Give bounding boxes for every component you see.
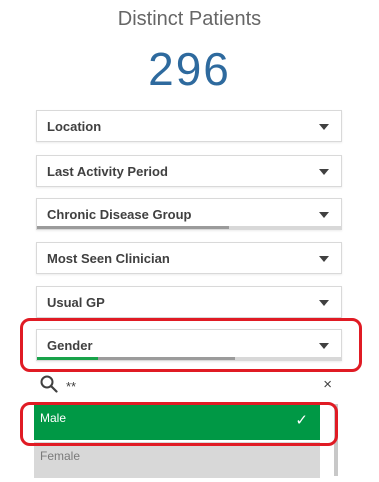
close-icon[interactable]: ×: [323, 376, 332, 393]
check-icon: ✓: [295, 412, 308, 429]
filter-label: Chronic Disease Group: [47, 207, 192, 222]
list-item-female[interactable]: Female: [34, 442, 320, 478]
search-input[interactable]: [66, 376, 306, 396]
chevron-down-icon: [319, 124, 329, 130]
kpi-title: Distinct Patients: [117, 8, 262, 30]
selection-bar: [37, 357, 341, 360]
selection-bar-selected: [37, 357, 98, 360]
filter-label: Last Activity Period: [47, 164, 168, 179]
filter-most-seen-clinician[interactable]: Most Seen Clinician: [36, 242, 342, 274]
filter-location[interactable]: Location: [36, 110, 342, 142]
chevron-down-icon: [319, 343, 329, 349]
kpi-value: 296: [148, 43, 231, 95]
filter-label: Gender: [47, 338, 93, 353]
chevron-down-icon: [319, 300, 329, 306]
search-icon[interactable]: [40, 375, 58, 393]
filter-label: Location: [47, 119, 102, 134]
filter-last-activity-period[interactable]: Last Activity Period: [36, 155, 342, 187]
filter-gender[interactable]: Gender: [36, 329, 342, 361]
listbox-search: ×: [36, 372, 342, 402]
filter-usual-gp[interactable]: Usual GP: [36, 286, 342, 318]
chevron-down-icon: [319, 256, 329, 262]
chevron-down-icon: [319, 212, 329, 218]
selection-bar: [37, 226, 341, 229]
selection-bar-fill: [37, 226, 229, 229]
list-item-label: Female: [40, 449, 81, 463]
chevron-down-icon: [319, 169, 329, 175]
filter-label: Most Seen Clinician: [47, 251, 170, 266]
scrollbar[interactable]: [334, 404, 338, 476]
list-item-male[interactable]: Male ✓: [34, 404, 320, 440]
filter-label: Usual GP: [47, 295, 105, 310]
filter-chronic-disease-group[interactable]: Chronic Disease Group: [36, 198, 342, 230]
list-item-label: Male: [40, 411, 67, 425]
